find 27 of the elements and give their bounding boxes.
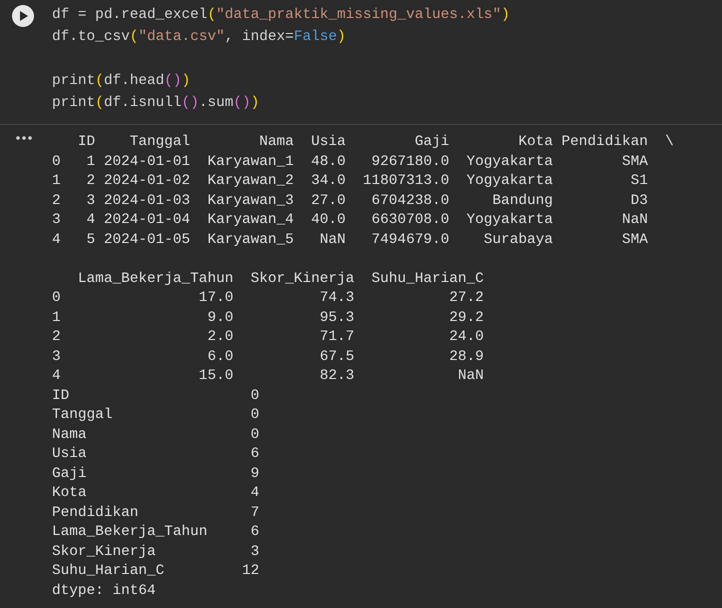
output-line: dtype: int64 xyxy=(52,582,156,598)
output-line: Pendidikan 7 xyxy=(52,504,260,520)
output-line: 0 1 2024-01-01 Karyawan_1 48.0 9267180.0 Yogyakarta SMA xyxy=(52,154,648,170)
output-line: 2 3 2024-01-03 Karyawan_3 27.0 6704238.0 Bandung D3 xyxy=(52,192,648,208)
output-line: Lama_Bekerja_Tahun Skor_Kinerja Suhu_Harian_C xyxy=(76,270,484,286)
output-line: Gaji 9 xyxy=(52,466,260,482)
output-line: 1 2 2024-01-02 Karyawan_2 34.0 11807313.0 Yogyakarta S1 xyxy=(52,173,648,189)
output-line: 3 4 2024-01-04 Karyawan_4 40.0 6630708.0 Yogyakarta NaN xyxy=(52,212,648,228)
output-line: 3 6.0 67.5 28.9 xyxy=(52,348,484,364)
output-line: Usia 6 xyxy=(52,446,260,462)
output-line: 4 15.0 82.3 NaN xyxy=(52,368,484,384)
output-line: Skor_Kinerja 3 xyxy=(52,544,260,560)
output-line: 1 9.0 95.3 29.2 xyxy=(52,310,484,326)
output-line: Suhu_Harian_C 12 xyxy=(52,563,260,579)
output-line: 2 2.0 71.7 24.0 xyxy=(52,329,484,345)
code-editor[interactable]: df = pd.read_excel("data_praktik_missing_values.xls") df.to_csv("data.csv", index=False) print(df.head()) print(df.isnull().sum()) xyxy=(52,0,722,124)
output-line: Nama 0 xyxy=(52,426,260,442)
output-line: 4 5 2024-01-05 Karyawan_5 NaN 7494679.0 Surabaya SMA xyxy=(52,232,648,248)
output-line: 0 17.0 74.3 27.2 xyxy=(52,290,484,306)
output-line: ID Tanggal Nama Usia Gaji Kota Pendidikan \ xyxy=(76,134,674,150)
output-line: Tanggal 0 xyxy=(52,407,260,423)
more-icon[interactable] xyxy=(16,136,32,140)
play-icon xyxy=(18,11,28,21)
output-line: ID 0 xyxy=(52,388,260,404)
run-button[interactable] xyxy=(12,5,34,27)
output-line: Kota 4 xyxy=(52,485,260,501)
output-line: Lama_Bekerja_Tahun 6 xyxy=(52,524,260,540)
